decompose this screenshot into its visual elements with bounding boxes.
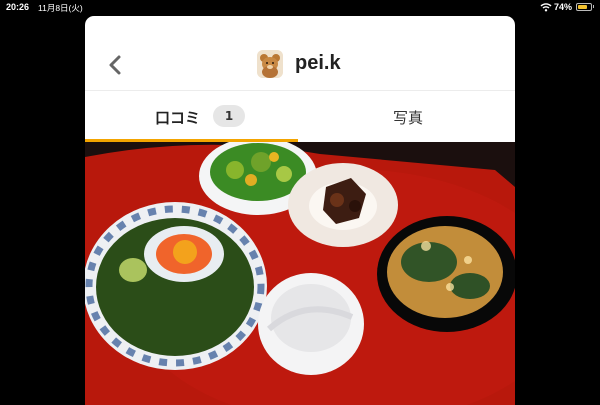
review-modal: pei.k 口コミ 1 写真 <box>85 16 515 405</box>
tab-reviews[interactable]: 口コミ 1 <box>85 91 298 143</box>
teddy-bear-avatar-icon <box>257 50 283 78</box>
tab-reviews-label: 口コミ <box>155 109 201 127</box>
review-count-badge: 1 <box>213 105 245 127</box>
avatar[interactable] <box>257 50 283 78</box>
side-dish <box>288 163 398 247</box>
wifi-icon <box>540 3 552 12</box>
status-time: 20:26 <box>6 2 30 12</box>
username: pei.k <box>295 52 341 74</box>
food-photo[interactable] <box>85 142 515 405</box>
miso-soup <box>377 216 515 332</box>
status-date: 11月8日(火) <box>38 3 83 13</box>
tab-photos[interactable]: 写真 <box>298 91 515 143</box>
battery-icon <box>576 3 592 11</box>
rice-bowl <box>85 202 267 370</box>
header: pei.k <box>85 16 515 90</box>
battery-tip <box>593 5 594 8</box>
chevron-left-icon[interactable] <box>105 50 127 80</box>
tab-bar: 口コミ 1 写真 <box>85 90 515 143</box>
tab-photos-label: 写真 <box>393 109 424 127</box>
status-bar: 20:26 11月8日(火) 74% <box>0 0 600 16</box>
small-white-bowl <box>258 273 364 375</box>
battery-percent: 74% <box>554 2 573 12</box>
battery-fill <box>578 5 587 9</box>
